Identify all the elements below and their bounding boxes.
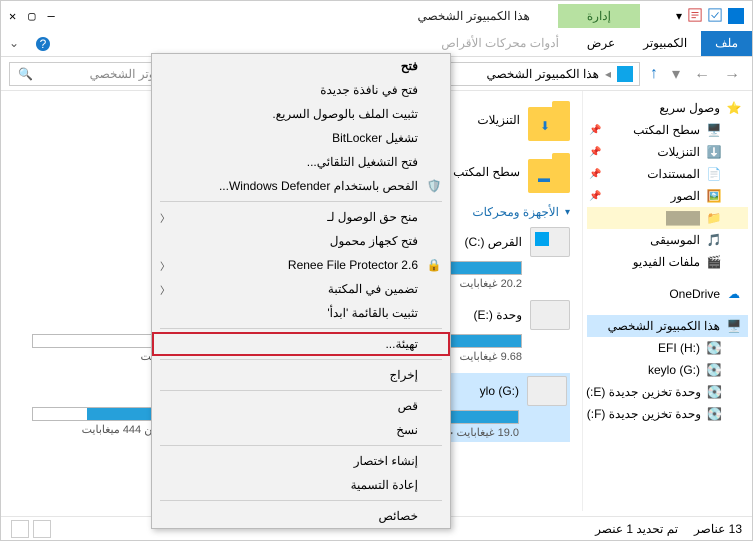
ctx-eject[interactable]: إخراج bbox=[152, 363, 450, 387]
expand-ribbon-icon[interactable]: ⌄ bbox=[1, 31, 27, 56]
star-icon: ⭐ bbox=[726, 100, 742, 116]
navpane-pictures[interactable]: 🖼️الصور📌 bbox=[587, 185, 748, 207]
ctx-open[interactable]: فتح bbox=[152, 54, 450, 78]
window-title: هذا الكمبيوتر الشخصي bbox=[417, 9, 529, 23]
ctx-pin-quick-access[interactable]: تثبيت الملف بالوصول السريع. bbox=[152, 102, 450, 126]
ctx-renee-protector[interactable]: 🔒Renee File Protector 2.6〈 bbox=[152, 253, 450, 277]
submenu-arrow-icon: 〈 bbox=[160, 210, 170, 225]
pc-icon bbox=[617, 66, 633, 82]
navpane-quick-access[interactable]: ⭐وصول سريع bbox=[587, 97, 748, 119]
ctx-bitlocker[interactable]: تشغيل BitLocker bbox=[152, 126, 450, 150]
close-icon[interactable]: ✕ bbox=[9, 9, 16, 23]
navpane-music[interactable]: 🎵الموسيقى bbox=[587, 229, 748, 251]
drive-icon: 💽 bbox=[707, 406, 722, 422]
navpane-desktop[interactable]: 🖥️سطح المكتب📌 bbox=[587, 119, 748, 141]
lock-icon: 🔒 bbox=[426, 257, 442, 273]
search-icon: 🔍 bbox=[18, 67, 33, 81]
pin-icon: 📌 bbox=[589, 191, 601, 202]
pc-icon: 🖥️ bbox=[726, 318, 742, 334]
pin-icon: 📌 bbox=[589, 125, 601, 136]
manage-contextual-tab[interactable]: إدارة bbox=[558, 4, 640, 28]
ctx-rename[interactable]: إعادة التسمية bbox=[152, 473, 450, 497]
download-icon: ⬇️ bbox=[706, 144, 722, 160]
document-icon: 📄 bbox=[706, 166, 722, 182]
up-button[interactable]: ↑ bbox=[646, 65, 662, 83]
ctx-open-portable[interactable]: فتح كجهاز محمول bbox=[152, 229, 450, 253]
qat-dropdown-icon[interactable]: ▾ bbox=[676, 9, 682, 23]
navpane-downloads[interactable]: ⬇️التنزيلات📌 bbox=[587, 141, 748, 163]
navpane-videos[interactable]: 🎬ملفات الفيديو bbox=[587, 251, 748, 273]
recent-dropdown[interactable]: ▾ bbox=[668, 64, 684, 84]
titlebar: ✕ ▢ — هذا الكمبيوتر الشخصي إدارة ▾ bbox=[1, 1, 752, 31]
ctx-copy[interactable]: نسخ bbox=[152, 418, 450, 442]
navpane-drive-keylo[interactable]: 💽keylo (G:) bbox=[587, 359, 748, 381]
cloud-icon: ☁ bbox=[726, 286, 742, 302]
drive-icon bbox=[530, 227, 570, 257]
forward-button[interactable]: ← bbox=[690, 65, 714, 83]
breadcrumb[interactable]: هذا الكمبيوتر الشخصي bbox=[487, 67, 599, 81]
navpane-drive-new-f[interactable]: 💽وحدة تخزين جديدة (F:) bbox=[587, 403, 748, 425]
video-icon: 🎬 bbox=[706, 254, 722, 270]
ctx-defender[interactable]: 🛡️الفحص باستخدام Windows Defender... bbox=[152, 174, 450, 198]
drive-icon bbox=[530, 300, 570, 330]
pictures-icon: 🖼️ bbox=[706, 188, 722, 204]
navpane-redacted[interactable]: 📁████ bbox=[587, 207, 748, 229]
pin-icon: 📌 bbox=[589, 147, 601, 158]
ctx-pin-start[interactable]: تثبيت بالقائمة 'ابدأ' bbox=[152, 301, 450, 325]
navpane-onedrive[interactable]: ☁OneDrive bbox=[587, 283, 748, 305]
tab-view[interactable]: عرض bbox=[573, 31, 629, 56]
navpane-this-pc[interactable]: 🖥️هذا الكمبيوتر الشخصي bbox=[587, 315, 748, 337]
folder-icon: 📁 bbox=[706, 210, 722, 226]
svg-text:?: ? bbox=[40, 37, 47, 51]
ctx-give-access[interactable]: منح حق الوصول لـ〈 bbox=[152, 205, 450, 229]
chevron-down-icon: ▾ bbox=[565, 207, 570, 218]
maximize-icon[interactable]: ▢ bbox=[28, 9, 35, 23]
status-selected-count: تم تحديد 1 عنصر bbox=[595, 522, 678, 536]
ctx-open-new-window[interactable]: فتح في نافذة جديدة bbox=[152, 78, 450, 102]
checkbox-icon[interactable] bbox=[708, 8, 722, 25]
ctx-create-shortcut[interactable]: إنشاء اختصار bbox=[152, 449, 450, 473]
help-icon[interactable]: ? bbox=[35, 31, 51, 56]
context-menu: فتح فتح في نافذة جديدة تثبيت الملف بالوص… bbox=[151, 53, 451, 529]
ctx-autoplay[interactable]: فتح التشغيل التلقائي... bbox=[152, 150, 450, 174]
ctx-format[interactable]: تهيئة... bbox=[152, 332, 450, 356]
view-large-icon[interactable] bbox=[11, 520, 29, 538]
drive-icon bbox=[527, 376, 567, 406]
music-icon: 🎵 bbox=[706, 232, 722, 248]
ctx-cut[interactable]: قص bbox=[152, 394, 450, 418]
drive-icon: 💽 bbox=[706, 340, 722, 356]
pin-icon: 📌 bbox=[589, 169, 601, 180]
drive-icon: 💽 bbox=[707, 384, 722, 400]
navpane-drive-new-e[interactable]: 💽وحدة تخزين جديدة (E:) bbox=[587, 381, 748, 403]
submenu-arrow-icon: 〈 bbox=[160, 282, 170, 297]
view-details-icon[interactable] bbox=[33, 520, 51, 538]
desktop-icon: 🖥️ bbox=[706, 122, 722, 138]
navigation-pane: ⭐وصول سريع 🖥️سطح المكتب📌 ⬇️التنزيلات📌 📄ا… bbox=[582, 91, 752, 511]
properties-icon[interactable] bbox=[688, 8, 702, 25]
drive-icon: 💽 bbox=[706, 362, 722, 378]
tab-file[interactable]: ملف bbox=[701, 31, 752, 56]
navpane-documents[interactable]: 📄المستندات📌 bbox=[587, 163, 748, 185]
quick-access-toolbar: ▾ bbox=[676, 8, 744, 25]
status-item-count: 13 عناصر bbox=[694, 522, 742, 536]
shield-icon: 🛡️ bbox=[426, 178, 442, 194]
navpane-drive-efi[interactable]: 💽EFI (H:) bbox=[587, 337, 748, 359]
explorer-icon bbox=[728, 8, 744, 24]
back-button[interactable]: → bbox=[720, 65, 744, 83]
submenu-arrow-icon: 〈 bbox=[160, 258, 170, 273]
ctx-properties[interactable]: خصائص bbox=[152, 504, 450, 528]
ctx-include-library[interactable]: تضمين في المكتبة〈 bbox=[152, 277, 450, 301]
tab-computer[interactable]: الكمبيوتر bbox=[629, 31, 701, 56]
minimize-icon[interactable]: — bbox=[47, 9, 54, 23]
